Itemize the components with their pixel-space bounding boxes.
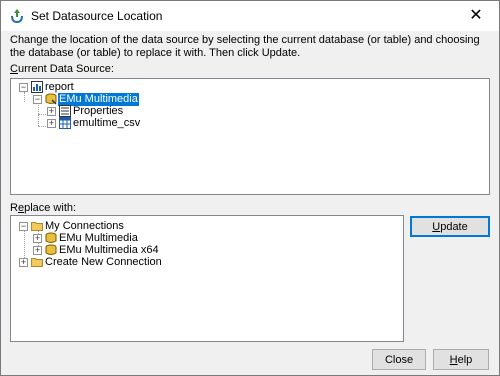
tree-node-create-new-connection[interactable]: + Create New Connection: [11, 256, 391, 269]
database-icon: [45, 93, 57, 105]
expand-icon[interactable]: +: [47, 107, 56, 116]
close-button[interactable]: Close: [372, 349, 426, 370]
update-button[interactable]: Update: [410, 216, 490, 237]
expand-icon[interactable]: +: [33, 246, 42, 255]
folder-icon: [31, 222, 43, 231]
folder-icon: [31, 258, 43, 267]
dialog-window: Set Datasource Location ✕ Change the loc…: [0, 0, 500, 376]
app-icon: [11, 9, 23, 24]
collapse-icon[interactable]: −: [19, 222, 28, 231]
window-title: Set Datasource Location: [31, 9, 163, 23]
tree-node-table[interactable]: + emultime_csv: [11, 117, 481, 130]
tree-node-label: Create New Connection: [45, 256, 162, 268]
table-icon: [59, 117, 71, 129]
replace-with-label: Replace with:: [10, 202, 77, 214]
close-window-icon[interactable]: ✕: [453, 1, 499, 31]
expand-icon[interactable]: +: [19, 258, 28, 267]
title-bar[interactable]: Set Datasource Location ✕: [1, 1, 499, 31]
help-button[interactable]: Help: [433, 349, 489, 370]
current-data-source-tree[interactable]: − report − EMu Multimedia + Properties +…: [10, 78, 490, 195]
instructions-text: Change the location of the data source b…: [10, 34, 480, 59]
database-icon: [45, 244, 57, 255]
report-icon: [31, 81, 43, 93]
collapse-icon[interactable]: −: [19, 83, 28, 92]
tree-node-label: emultime_csv: [73, 117, 141, 129]
collapse-icon[interactable]: −: [33, 95, 42, 104]
current-data-source-label: Current Data Source:: [10, 63, 114, 75]
properties-icon: [59, 105, 71, 117]
replace-with-tree[interactable]: − My Connections + EMu Multimedia + EMu …: [10, 215, 404, 342]
database-icon: [45, 232, 57, 243]
expand-icon[interactable]: +: [47, 119, 56, 128]
expand-icon[interactable]: +: [33, 234, 42, 243]
